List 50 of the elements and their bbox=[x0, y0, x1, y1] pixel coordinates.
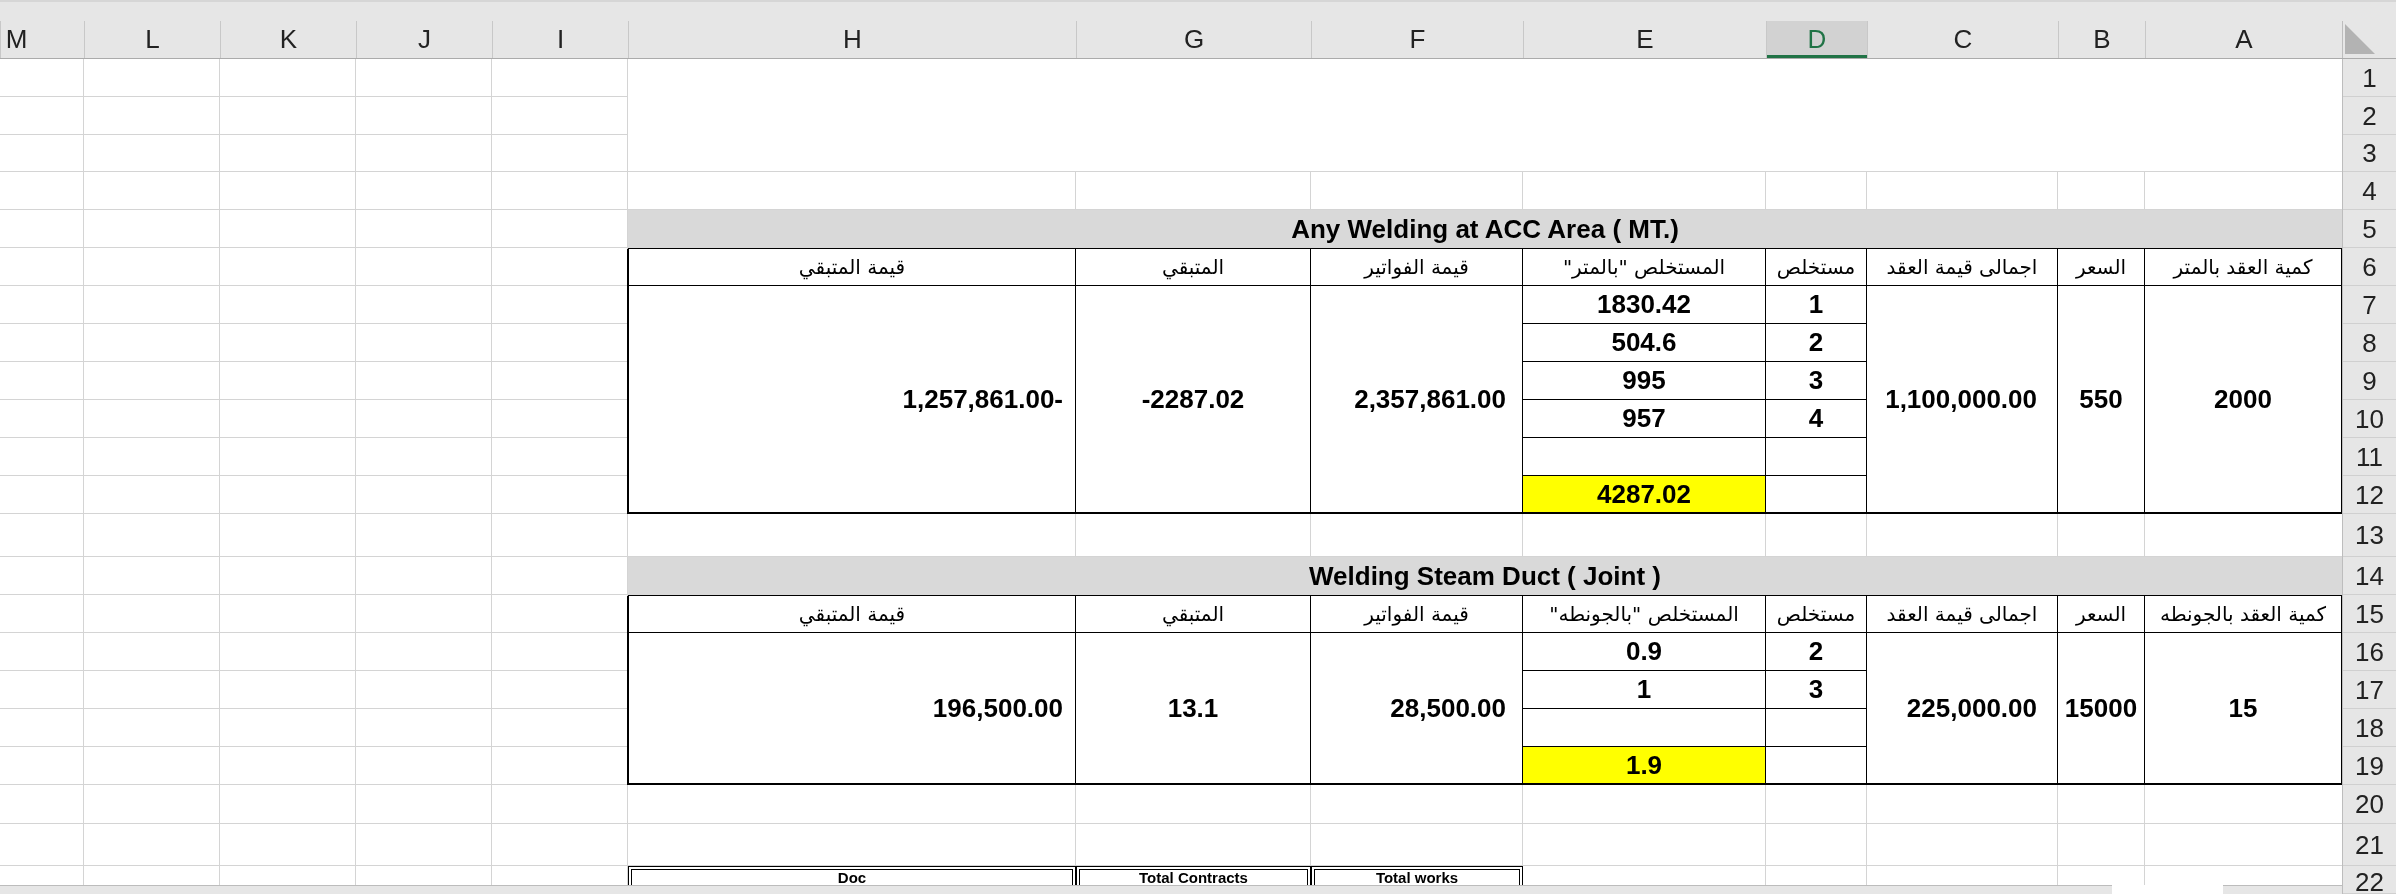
column-label-cell: قيمة الفواتير bbox=[1310, 249, 1522, 286]
column-label-cell: كمية العقد بالمتر bbox=[2144, 249, 2341, 286]
column-label-cell: كمية العقد بالجونطه bbox=[2144, 596, 2341, 633]
column-label-cell: المتبقي bbox=[1075, 596, 1310, 633]
table-title: Any Welding at ACC Area ( MT.) bbox=[628, 210, 2342, 248]
column-label-cell: مستخلص bbox=[1765, 596, 1866, 633]
quantity-cell: 2000 bbox=[2144, 286, 2341, 514]
entry-quantity-cell: 1 bbox=[1522, 671, 1765, 709]
remaining-value-cell: 1,257,861.00- bbox=[627, 286, 1075, 514]
column-label-cell: قيمة الفواتير bbox=[1310, 596, 1522, 633]
contract-value-cell: 1,100,000.00 bbox=[1866, 286, 2057, 514]
quantity-cell: 15 bbox=[2144, 633, 2341, 785]
triangle-icon bbox=[2345, 24, 2375, 54]
entry-number-cell: 2 bbox=[1765, 324, 1866, 362]
contract-value-cell: 225,000.00 bbox=[1866, 633, 2057, 785]
column-label-cell: قيمة المتبقي bbox=[627, 249, 1075, 286]
entry-quantity-cell: 0.9 bbox=[1522, 633, 1765, 671]
entry-number-cell: 1 bbox=[1765, 286, 1866, 324]
total-cell: 4287.02 bbox=[1522, 476, 1765, 514]
column-label-cell: اجمالى قيمة العقد bbox=[1866, 596, 2057, 633]
entry-quantity-cell: 504.6 bbox=[1522, 324, 1765, 362]
price-cell: 550 bbox=[2057, 286, 2144, 514]
column-label-cell: اجمالى قيمة العقد bbox=[1866, 249, 2057, 286]
price-cell: 15000 bbox=[2057, 633, 2144, 785]
entry-number-cell: 4 bbox=[1765, 400, 1866, 438]
invoice-value-cell: 28,500.00 bbox=[1310, 633, 1522, 785]
entry-number-cell: 3 bbox=[1765, 362, 1866, 400]
entry-quantity-cell: 957 bbox=[1522, 400, 1765, 438]
column-label-cell: قيمة المتبقي bbox=[627, 596, 1075, 633]
column-label-cell: مستخلص bbox=[1765, 249, 1866, 286]
horizontal-scrollbar[interactable] bbox=[0, 885, 2112, 894]
column-label-cell: السعر bbox=[2057, 249, 2144, 286]
summary-header-cell: Doc bbox=[628, 866, 1076, 885]
total-cell: 1.9 bbox=[1522, 747, 1765, 785]
summary-header-cell: Total Contracts bbox=[1076, 866, 1311, 885]
entry-number-cell: 2 bbox=[1765, 633, 1866, 671]
entry-quantity-cell: 995 bbox=[1522, 362, 1765, 400]
remaining-cell: 13.1 bbox=[1075, 633, 1310, 785]
column-label-cell: المستخلص "بالمتر" bbox=[1522, 249, 1765, 286]
column-label-cell: المتبقي bbox=[1075, 249, 1310, 286]
remaining-cell: -2287.02 bbox=[1075, 286, 1310, 514]
invoice-value-cell: 2,357,861.00 bbox=[1310, 286, 1522, 514]
column-label-cell: المستخلص "بالجونطه" bbox=[1522, 596, 1765, 633]
column-label-cell: السعر bbox=[2057, 596, 2144, 633]
summary-header-cell: Total works bbox=[1311, 866, 1523, 885]
column-header[interactable]: D bbox=[1766, 21, 1867, 58]
entry-quantity-cell: 1830.42 bbox=[1522, 286, 1765, 324]
entry-number-cell: 3 bbox=[1765, 671, 1866, 709]
table-title: Welding Steam Duct ( Joint ) bbox=[628, 557, 2342, 595]
remaining-value-cell: 196,500.00 bbox=[627, 633, 1075, 785]
